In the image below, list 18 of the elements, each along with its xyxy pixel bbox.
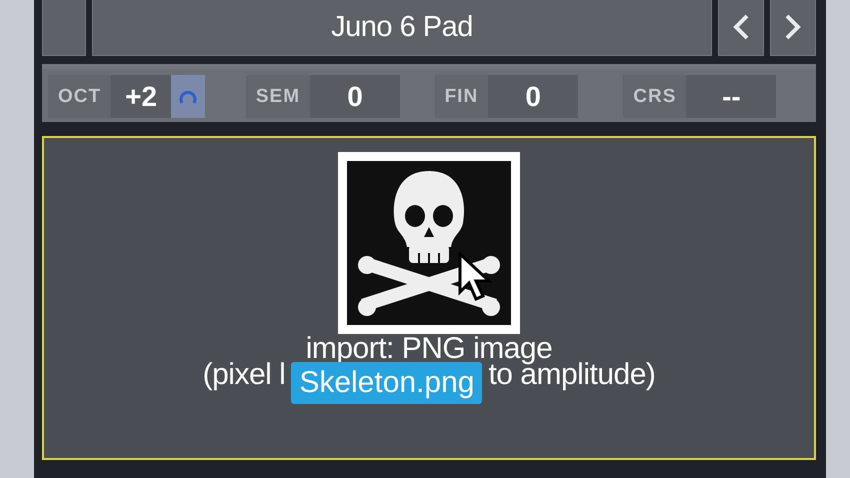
chevron-left-icon bbox=[732, 13, 750, 41]
next-button[interactable] bbox=[770, 0, 816, 56]
parameter-label: OCT bbox=[48, 75, 112, 118]
chevron-right-icon bbox=[784, 13, 802, 41]
slot-panel bbox=[42, 0, 86, 56]
preset-name: Juno 6 Pad bbox=[92, 0, 712, 56]
import-hint: import: PNG image bbox=[304, 334, 552, 364]
hint-text: (pixel l bbox=[202, 360, 286, 390]
previous-button[interactable] bbox=[718, 0, 764, 56]
cursor-icon bbox=[458, 252, 492, 302]
dragged-file-label: Skeleton.png bbox=[291, 362, 482, 404]
parameter-value[interactable]: 0 bbox=[488, 75, 578, 118]
parameter-value[interactable]: 0 bbox=[310, 75, 400, 118]
parameter-label: CRS bbox=[623, 75, 686, 118]
parameter-label: FIN bbox=[434, 75, 488, 118]
parameter-value[interactable]: +2 bbox=[111, 75, 172, 118]
parameter-value[interactable]: -- bbox=[686, 75, 776, 118]
parameter-label: SEM bbox=[246, 75, 310, 118]
